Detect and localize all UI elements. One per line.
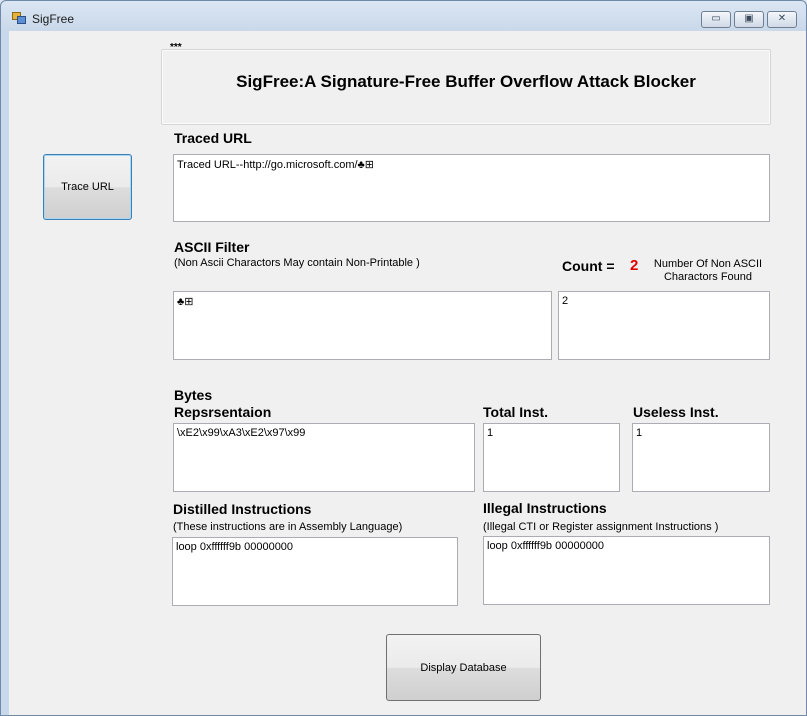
maximize-button[interactable]: ▣ xyxy=(734,11,764,28)
bytes-representation-label: Repsrsentaion xyxy=(174,404,272,420)
header-panel: SigFree:A Signature-Free Buffer Overflow… xyxy=(161,49,771,125)
app-icon xyxy=(12,12,26,24)
display-database-button[interactable]: Display Database xyxy=(386,634,541,701)
count-label: Count = xyxy=(562,258,615,274)
illegal-instructions-note: (Illegal CTI or Register assignment Inst… xyxy=(483,521,719,533)
ascii-filter-note: (Non Ascii Charactors May contain Non-Pr… xyxy=(174,257,420,269)
bytes-representation-field[interactable]: \xE2\x99\xA3\xE2\x97\x99 xyxy=(173,423,475,492)
useless-inst-label: Useless Inst. xyxy=(633,404,719,420)
total-inst-field[interactable]: 1 xyxy=(483,423,620,492)
minimize-button[interactable]: ▭ xyxy=(701,11,731,28)
distilled-instructions-field[interactable]: loop 0xffffff9b 00000000 xyxy=(172,537,458,606)
illegal-instructions-label: Illegal Instructions xyxy=(483,500,607,516)
count-desc-line2: Charactors Found xyxy=(663,271,753,283)
ascii-filter-field[interactable]: ♣⊞ xyxy=(173,291,552,360)
bytes-label: Bytes xyxy=(174,387,213,403)
total-inst-label: Total Inst. xyxy=(483,404,549,420)
count-description: Number Of Non ASCII Charactors Found xyxy=(649,258,767,284)
useless-inst-field[interactable]: 1 xyxy=(632,423,770,492)
ascii-filter-label: ASCII Filter xyxy=(174,239,250,255)
close-button[interactable]: ✕ xyxy=(767,11,797,28)
client-area: *** SigFree:A Signature-Free Buffer Over… xyxy=(9,31,806,715)
traced-url-field[interactable]: Traced URL--http://go.microsoft.com/♣⊞ xyxy=(173,154,770,222)
distilled-instructions-label: Distilled Instructions xyxy=(173,501,312,517)
app-window: SigFree ▭ ▣ ✕ *** SigFree:A Signature-Fr… xyxy=(0,0,807,716)
distilled-instructions-note: (These instructions are in Assembly Lang… xyxy=(173,521,403,533)
title-bar[interactable]: SigFree ▭ ▣ ✕ xyxy=(1,1,806,33)
trace-url-button[interactable]: Trace URL xyxy=(43,154,132,220)
count-value: 2 xyxy=(630,257,639,274)
illegal-instructions-field[interactable]: loop 0xffffff9b 00000000 xyxy=(483,536,770,605)
traced-url-label: Traced URL xyxy=(174,130,252,146)
count-field[interactable]: 2 xyxy=(558,291,770,360)
page-title: SigFree:A Signature-Free Buffer Overflow… xyxy=(236,72,696,91)
count-desc-line1: Number Of Non ASCII xyxy=(653,258,763,270)
window-title: SigFree xyxy=(32,12,75,26)
